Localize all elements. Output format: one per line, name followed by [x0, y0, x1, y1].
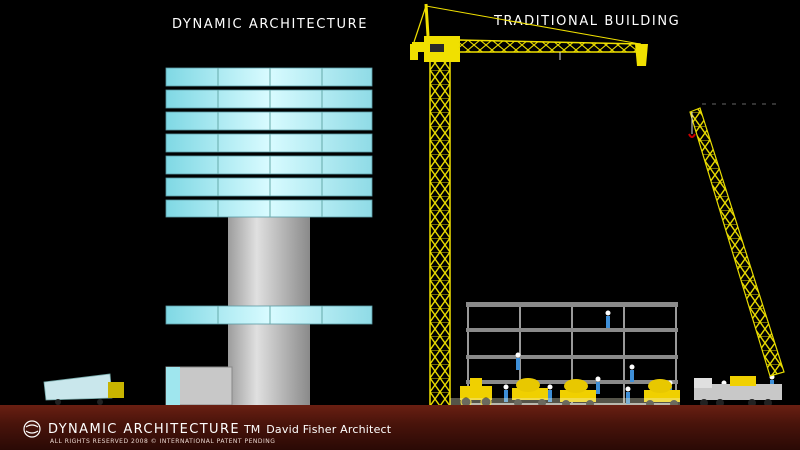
- stage: DYNAMIC ARCHITECTURE TRADITIONAL BUILDIN…: [0, 0, 800, 450]
- spiral-logo-icon: [23, 420, 41, 438]
- tower-floor: [165, 133, 373, 153]
- footer-trademark: TM: [244, 423, 261, 436]
- footer-brand-name: DYNAMIC ARCHITECTURE: [48, 422, 241, 437]
- tower-crane: [410, 3, 648, 409]
- footer-architect: David Fisher Architect: [266, 423, 392, 436]
- crane-counterweight: [410, 44, 418, 60]
- tower-floor: [165, 199, 373, 218]
- tower-floor: [165, 89, 373, 109]
- dynamic-tower: [165, 67, 373, 406]
- tower-floor: [165, 111, 373, 131]
- tower-base-glass: [166, 367, 180, 405]
- tower-floor: [165, 155, 373, 175]
- footer-rights: ALL RIGHTS RESERVED 2008 © INTERNATIONAL…: [50, 438, 276, 445]
- crane-mast: [429, 57, 451, 409]
- prefab-unit-truck: [43, 373, 124, 405]
- tower-floor: [165, 67, 373, 87]
- crane-jib: [457, 39, 641, 53]
- crane-hook: [688, 133, 696, 138]
- crane-tower-peak: [424, 3, 430, 37]
- mobile-crane-truck: [694, 376, 782, 407]
- mobile-crane-boom: [688, 103, 785, 377]
- tower-floor-rising: [165, 305, 373, 325]
- scene-illustration: [43, 3, 785, 409]
- tower-floor: [165, 177, 373, 197]
- footer-brand: DYNAMIC ARCHITECTURE TM David Fisher Archi…: [48, 422, 391, 437]
